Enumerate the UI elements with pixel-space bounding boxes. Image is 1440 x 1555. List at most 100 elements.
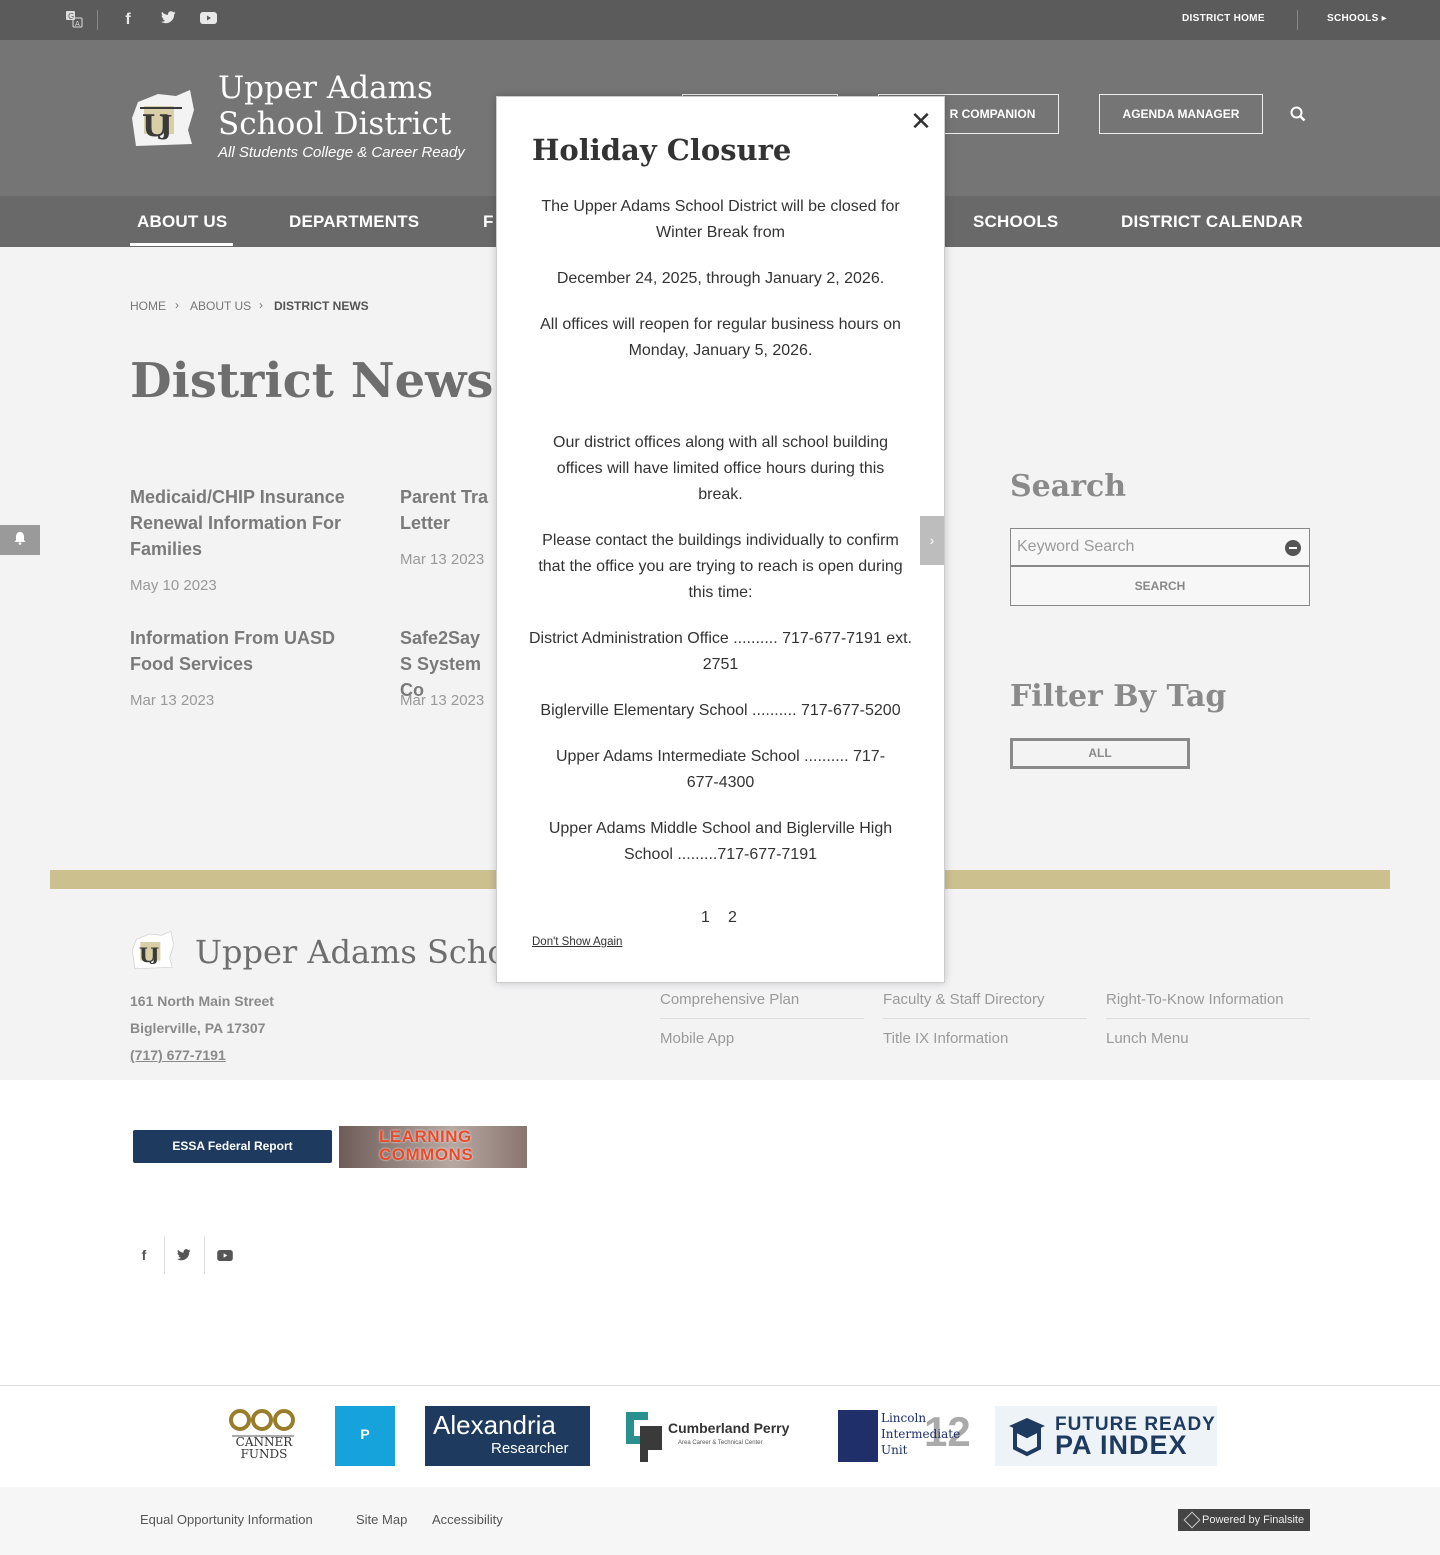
nav-active-indicator bbox=[130, 243, 233, 246]
facebook-icon[interactable]: f bbox=[134, 1240, 154, 1270]
filter-heading: Filter By Tag bbox=[1010, 679, 1227, 714]
alexandria-title: Alexandria bbox=[433, 1410, 556, 1440]
quicklink-lunch-menu[interactable]: Lunch Menu bbox=[1106, 1030, 1189, 1047]
news-item-title[interactable]: Information From UASD Food Services bbox=[130, 625, 360, 677]
modal-next-arrow[interactable]: › bbox=[920, 516, 944, 565]
quicklink-mobile-app[interactable]: Mobile App bbox=[660, 1030, 734, 1047]
alexandria-logo[interactable]: Alexandria Researcher bbox=[425, 1406, 590, 1466]
modal-paragraph: District Administration Office .........… bbox=[529, 630, 912, 673]
tag-all-button[interactable]: ALL bbox=[1010, 738, 1190, 769]
translate-icon[interactable]: GA bbox=[64, 10, 84, 30]
graduation-cap-icon bbox=[1009, 1418, 1045, 1457]
schools-label: SCHOOLS bbox=[1327, 13, 1379, 24]
district-logo[interactable]: U J bbox=[130, 88, 196, 148]
alexandria-subtitle: Researcher bbox=[491, 1440, 569, 1457]
banner-text-line1: LEARNING bbox=[379, 1127, 472, 1146]
nav-schools[interactable]: SCHOOLS bbox=[973, 212, 1058, 232]
utility-bar: GA f DISTRICT HOME SCHOOLS ▸ bbox=[0, 0, 1440, 40]
modal-paragraph: Upper Adams Intermediate School ........… bbox=[555, 748, 886, 791]
close-icon[interactable]: ✕ bbox=[909, 108, 933, 134]
quicklink-staff-directory[interactable]: Faculty & Staff Directory bbox=[883, 991, 1044, 1008]
modal-paragraph: Please contact the buildings individuall… bbox=[538, 532, 903, 601]
modal-title: Holiday Closure bbox=[532, 133, 792, 167]
divider bbox=[660, 1018, 864, 1019]
powerschool-logo[interactable]: P bbox=[335, 1406, 395, 1466]
footer-title: Upper Adams School bbox=[195, 933, 537, 971]
pager-page-2[interactable]: 2 bbox=[728, 909, 737, 927]
divider bbox=[1297, 10, 1298, 30]
youtube-icon[interactable] bbox=[198, 10, 218, 30]
cumberland-title: Cumberland Perry bbox=[668, 1420, 790, 1436]
svg-text:A: A bbox=[75, 20, 80, 28]
search-placeholder: Keyword Search bbox=[1017, 538, 1135, 555]
facebook-icon[interactable]: f bbox=[118, 10, 138, 30]
banner-text-line2: COMMONS bbox=[379, 1145, 474, 1164]
modal-paragraph: All offices will reopen for regular busi… bbox=[540, 316, 901, 359]
lincoln-title: Lincoln Intermediate Unit bbox=[881, 1411, 961, 1457]
learning-commons-banner[interactable]: LEARNING COMMONS bbox=[339, 1126, 527, 1168]
divider bbox=[164, 1236, 165, 1274]
schools-dropdown[interactable]: SCHOOLS ▸ bbox=[1327, 13, 1387, 24]
bell-icon[interactable] bbox=[0, 525, 40, 555]
modal-paragraph: Our district offices along with all scho… bbox=[553, 434, 888, 503]
breadcrumb-separator: › bbox=[259, 298, 263, 312]
site-tagline: All Students College & Career Ready bbox=[218, 144, 465, 161]
holiday-closure-modal: ✕ Holiday Closure The Upper Adams School… bbox=[496, 96, 945, 983]
nav-item-partial[interactable]: F bbox=[483, 212, 494, 232]
news-item-date: Mar 13 2023 bbox=[400, 551, 485, 568]
essa-report-button[interactable]: ESSA Federal Report bbox=[133, 1130, 332, 1163]
future-ready-line2: PA INDEX bbox=[1055, 1430, 1188, 1460]
clear-icon[interactable] bbox=[1285, 540, 1301, 556]
quicklink-title-ix[interactable]: Title IX Information bbox=[883, 1030, 1008, 1047]
divider bbox=[1106, 1018, 1310, 1019]
twitter-icon[interactable] bbox=[158, 10, 178, 30]
divider bbox=[883, 1018, 1087, 1019]
quicklink-comprehensive-plan[interactable]: Comprehensive Plan bbox=[660, 991, 799, 1008]
district-home-link[interactable]: DISTRICT HOME bbox=[1182, 13, 1265, 24]
accessibility-link[interactable]: Accessibility bbox=[432, 1512, 503, 1527]
site-title[interactable]: Upper Adams School District bbox=[218, 70, 518, 142]
search-button[interactable]: SEARCH bbox=[1010, 566, 1310, 606]
dont-show-again-link[interactable]: Don't Show Again bbox=[532, 936, 622, 948]
pager-page-1[interactable]: 1 bbox=[701, 909, 710, 927]
site-map-link[interactable]: Site Map bbox=[356, 1512, 407, 1527]
canner-funds-logo[interactable]: CANNER FUNDS bbox=[228, 1406, 298, 1466]
quicklink-right-to-know[interactable]: Right-To-Know Information bbox=[1106, 991, 1284, 1008]
search-heading: Search bbox=[1010, 469, 1127, 504]
lincoln-silhouette-icon bbox=[838, 1410, 878, 1462]
agenda-manager-button[interactable]: AGENDA MANAGER bbox=[1099, 94, 1263, 134]
nav-departments[interactable]: DEPARTMENTS bbox=[289, 212, 419, 232]
cumberland-perry-logo[interactable]: Cumberland Perry Area Career & Technical… bbox=[622, 1406, 804, 1466]
breadcrumb-current: DISTRICT NEWS bbox=[274, 299, 369, 313]
footer-logo[interactable]: U J bbox=[130, 930, 176, 970]
svg-text:J: J bbox=[158, 111, 172, 141]
news-item-title[interactable]: Parent Tra Letter bbox=[400, 484, 496, 536]
canner-funds-text: CANNER FUNDS bbox=[235, 1435, 293, 1461]
breadcrumb-about[interactable]: ABOUT US bbox=[190, 299, 251, 313]
news-item-date: Mar 13 2023 bbox=[400, 692, 485, 709]
twitter-icon[interactable] bbox=[174, 1240, 194, 1270]
news-item-date: Mar 13 2023 bbox=[130, 692, 215, 709]
breadcrumb-home[interactable]: HOME bbox=[130, 299, 166, 313]
divider bbox=[0, 1385, 1440, 1386]
powered-by-finalsite-badge[interactable]: Powered by Finalsite bbox=[1178, 1509, 1310, 1531]
divider bbox=[204, 1236, 205, 1274]
footer-address-line1: 161 North Main Street bbox=[130, 993, 274, 1009]
lincoln-iu-logo[interactable]: 12 Lincoln Intermediate Unit bbox=[838, 1406, 971, 1466]
cumberland-subtitle: Area Career & Technical Center bbox=[678, 1440, 763, 1446]
search-icon[interactable] bbox=[1290, 106, 1308, 124]
cumberland-mark-icon bbox=[626, 1412, 662, 1462]
page-title: District News bbox=[130, 353, 494, 409]
chevron-right-icon: ▸ bbox=[1381, 13, 1387, 24]
nav-district-calendar[interactable]: DISTRICT CALENDAR bbox=[1121, 212, 1303, 232]
keyword-search-input[interactable]: Keyword Search bbox=[1010, 528, 1310, 566]
modal-paragraph: December 24, 2025, through January 2, 20… bbox=[556, 270, 885, 287]
future-ready-logo[interactable]: FUTURE READY PA INDEX bbox=[995, 1406, 1217, 1466]
footer-address-line2: Biglerville, PA 17307 bbox=[130, 1020, 266, 1036]
news-item-title[interactable]: Medicaid/CHIP Insurance Renewal Informat… bbox=[130, 484, 380, 562]
youtube-icon[interactable] bbox=[215, 1240, 235, 1270]
nav-about-us[interactable]: ABOUT US bbox=[137, 212, 227, 232]
modal-paragraph: Biglerville Elementary School ..........… bbox=[540, 702, 901, 719]
equal-opportunity-link[interactable]: Equal Opportunity Information bbox=[140, 1512, 313, 1527]
footer-phone-link[interactable]: (717) 677-7191 bbox=[130, 1047, 226, 1063]
